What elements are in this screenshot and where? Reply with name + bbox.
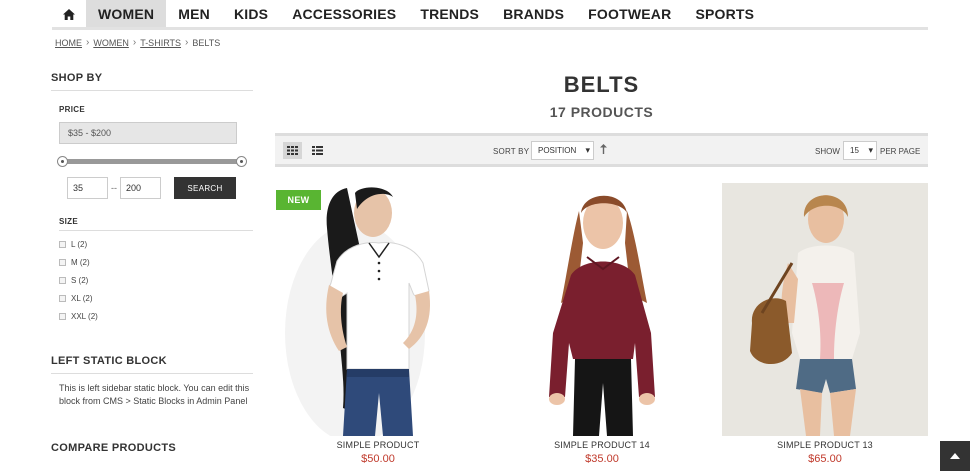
- breadcrumb-women[interactable]: WOMEN: [93, 38, 129, 48]
- nav-item-accessories[interactable]: ACCESSORIES: [280, 0, 408, 28]
- size-option-label: XXL (2): [71, 311, 98, 321]
- size-filter-list: L (2) M (2) S (2) XL (2) XXL (2): [59, 235, 253, 325]
- list-view-button[interactable]: [308, 142, 327, 159]
- price-slider-track: [59, 159, 245, 164]
- limiter-select-value: 15: [850, 146, 859, 155]
- shop-by-title: SHOP BY: [51, 72, 253, 91]
- grid-view-button[interactable]: [283, 142, 302, 159]
- sidebar: SHOP BY PRICE $35 - $200 35 -- 200 SEARC…: [51, 72, 253, 454]
- price-max-input[interactable]: 200: [120, 177, 161, 199]
- price-filter-title: PRICE: [59, 105, 85, 114]
- product-photo-burgundy-sweater: [499, 183, 705, 436]
- price-range-display: $35 - $200: [59, 122, 237, 144]
- price-search-button[interactable]: SEARCH: [174, 177, 236, 199]
- product-name[interactable]: SIMPLE PRODUCT 13: [722, 440, 928, 450]
- limiter-select[interactable]: 15 ▾: [843, 141, 877, 160]
- main-navigation: WOMEN MEN KIDS ACCESSORIES TRENDS BRANDS…: [52, 0, 928, 28]
- product-item: NEW SIMPLE PRODUCT $50.00: [275, 183, 481, 465]
- price-min-input[interactable]: 35: [67, 177, 108, 199]
- main-content: BELTS 17 PRODUCTS SORT BY POSITION ▾ SHO…: [275, 72, 928, 465]
- product-count: 17 PRODUCTS: [549, 104, 654, 120]
- price-range-inputs: 35 -- 200 SEARCH: [67, 177, 253, 199]
- left-static-block: LEFT STATIC BLOCK This is left sidebar s…: [51, 355, 253, 408]
- nav-home-link[interactable]: [52, 0, 86, 28]
- product-image[interactable]: [499, 183, 705, 436]
- breadcrumb-separator-icon: ›: [132, 37, 137, 48]
- product-photo-white-polo: [275, 183, 481, 436]
- show-label: SHOW: [815, 147, 840, 156]
- nav-item-men[interactable]: MEN: [166, 0, 222, 28]
- static-block-title: LEFT STATIC BLOCK: [51, 355, 253, 374]
- product-grid: NEW SIMPLE PRODUCT $50.00 SIMPLE PRODUCT…: [275, 183, 928, 471]
- size-option-xl[interactable]: XL (2): [59, 289, 253, 307]
- nav-item-kids[interactable]: KIDS: [222, 0, 280, 28]
- product-item: SIMPLE PRODUCT 14 $35.00: [499, 183, 705, 465]
- product-toolbar: SORT BY POSITION ▾ SHOW 15 ▾ PER PAGE: [275, 133, 928, 167]
- checkbox-icon[interactable]: [59, 276, 66, 284]
- product-photo-vest-bag: [722, 183, 928, 436]
- back-to-top-button[interactable]: [940, 441, 970, 471]
- size-filter-title: SIZE: [59, 217, 253, 231]
- size-option-s[interactable]: S (2): [59, 271, 253, 289]
- home-icon: [63, 8, 75, 20]
- nav-item-brands[interactable]: BRANDS: [491, 0, 576, 28]
- page-title: BELTS: [563, 72, 640, 97]
- product-item: SIMPLE PRODUCT 13 $65.00: [722, 183, 928, 465]
- product-price: $50.00: [361, 453, 395, 465]
- price-slider[interactable]: [57, 156, 247, 167]
- checkbox-icon[interactable]: [59, 240, 66, 248]
- sort-select-value: POSITION: [538, 146, 577, 155]
- product-image[interactable]: [722, 183, 928, 436]
- price-slider-min-handle[interactable]: [57, 156, 68, 167]
- breadcrumb-separator-icon: ›: [185, 37, 189, 48]
- breadcrumb-separator-icon: ›: [86, 37, 90, 48]
- nav-divider: [52, 27, 928, 30]
- nav-item-women[interactable]: WOMEN: [86, 0, 167, 28]
- product-price: $35.00: [585, 453, 619, 465]
- sort-direction-button[interactable]: [600, 144, 607, 157]
- per-page-label: PER PAGE: [880, 147, 921, 156]
- product-image[interactable]: NEW: [275, 183, 481, 436]
- checkbox-icon[interactable]: [59, 258, 66, 266]
- static-block-text: This is left sidebar static block. You c…: [59, 383, 250, 406]
- grid-icon: [287, 146, 298, 155]
- size-option-label: M (2): [71, 257, 90, 267]
- size-option-l[interactable]: L (2): [59, 235, 253, 253]
- size-option-label: XL (2): [71, 293, 93, 303]
- price-slider-max-handle[interactable]: [236, 156, 247, 167]
- size-option-xxl[interactable]: XXL (2): [59, 307, 253, 325]
- breadcrumb-home[interactable]: HOME: [55, 38, 82, 48]
- breadcrumb-tshirts[interactable]: T-SHIRTS: [140, 38, 181, 48]
- nav-item-footwear[interactable]: FOOTWEAR: [576, 0, 683, 28]
- checkbox-icon[interactable]: [59, 294, 66, 302]
- size-option-label: S (2): [71, 275, 89, 285]
- caret-up-icon: [950, 453, 960, 459]
- nav-item-sports[interactable]: SPORTS: [683, 0, 766, 28]
- new-badge: NEW: [276, 190, 321, 210]
- product-name[interactable]: SIMPLE PRODUCT 14: [499, 440, 705, 450]
- checkbox-icon[interactable]: [59, 312, 66, 320]
- sort-select[interactable]: POSITION ▾: [531, 141, 594, 160]
- breadcrumb: HOME › WOMEN › T-SHIRTS › BELTS: [55, 37, 220, 48]
- size-option-m[interactable]: M (2): [59, 253, 253, 271]
- nav-item-trends[interactable]: TRENDS: [408, 0, 491, 28]
- price-range-separator: --: [111, 183, 117, 193]
- arrow-up-icon: [600, 144, 607, 154]
- list-icon: [312, 146, 323, 155]
- breadcrumb-current: BELTS: [192, 37, 221, 48]
- product-name[interactable]: SIMPLE PRODUCT: [275, 440, 481, 450]
- compare-products-title: COMPARE PRODUCTS: [51, 442, 176, 454]
- chevron-down-icon: ▾: [585, 145, 590, 155]
- product-price: $65.00: [808, 453, 842, 465]
- sort-by-label: SORT BY: [493, 147, 530, 156]
- size-option-label: L (2): [71, 239, 88, 249]
- chevron-down-icon: ▾: [868, 145, 873, 155]
